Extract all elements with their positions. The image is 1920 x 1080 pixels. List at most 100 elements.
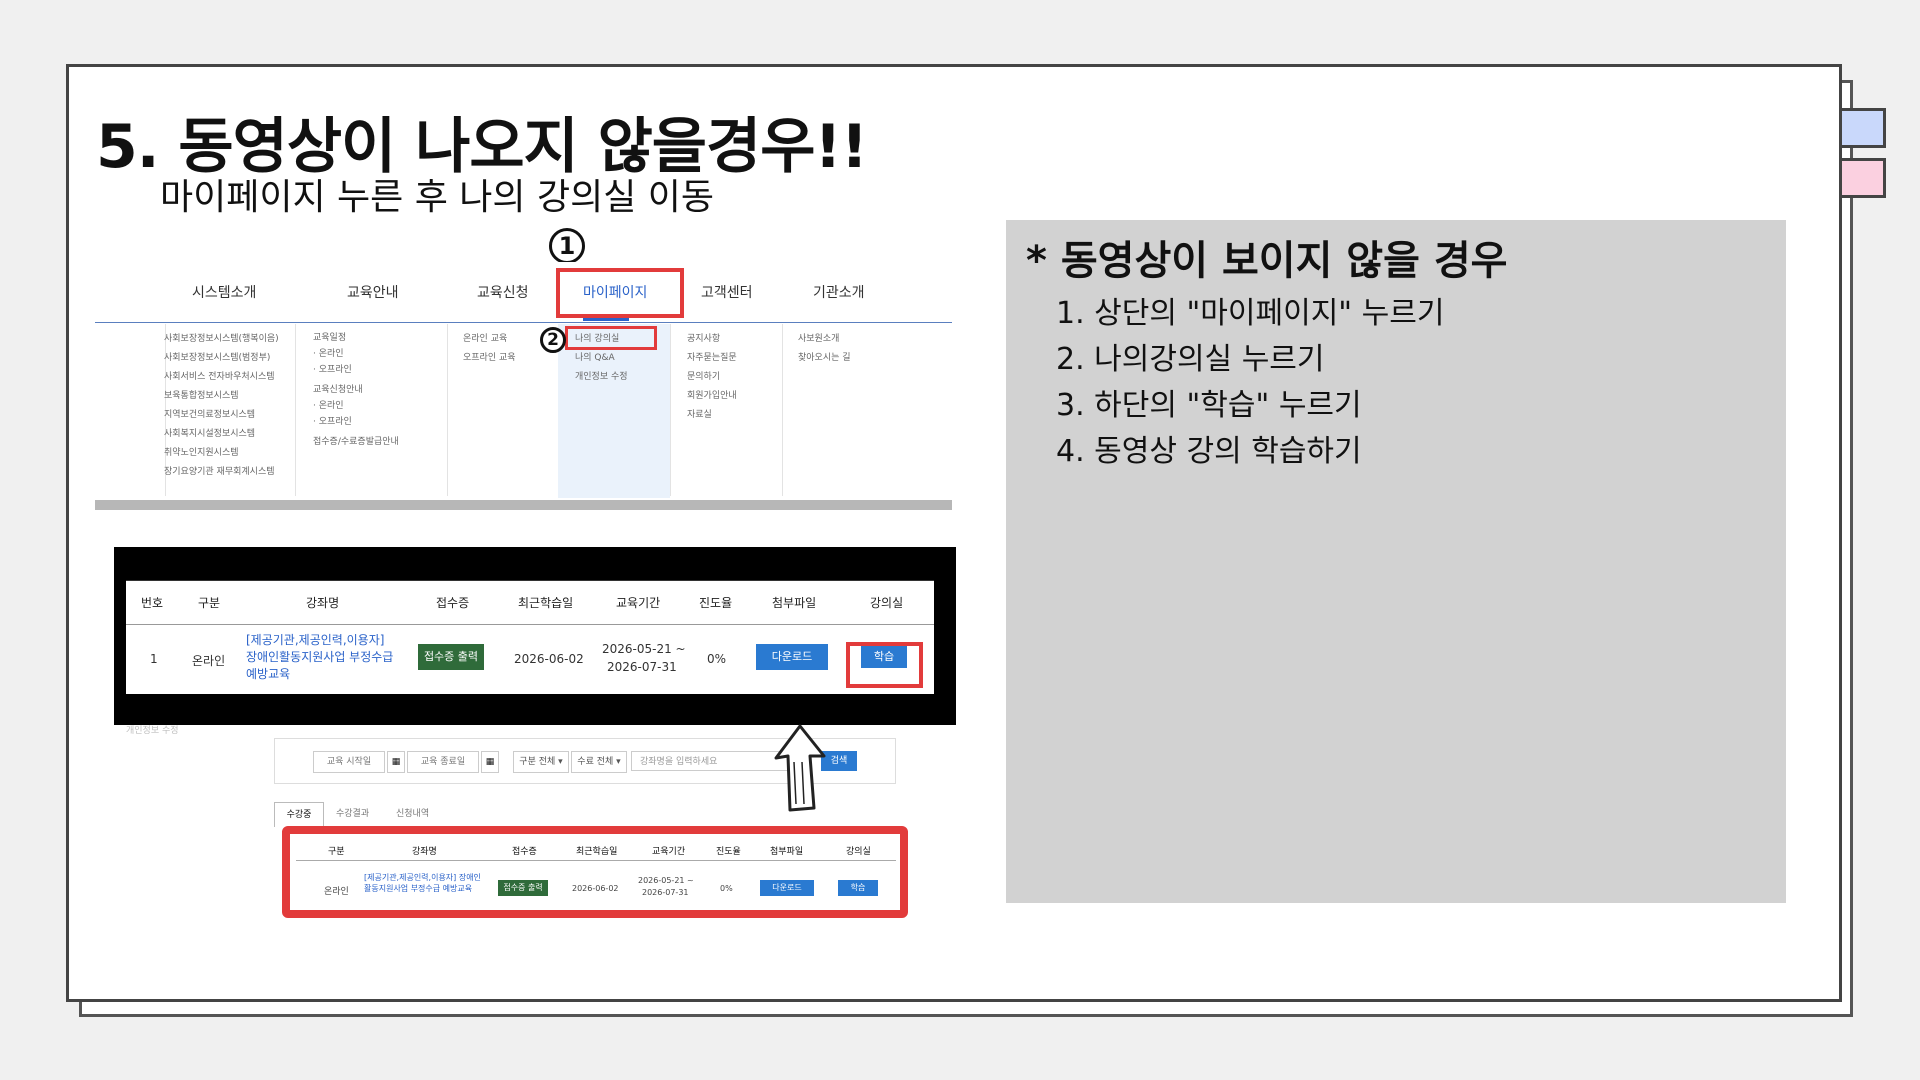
complete-select[interactable]: 수료 전체 ▾ [571,751,627,773]
td-last-study: 2026-06-02 [514,652,584,666]
lecture-table: 번호 구분 강좌명 접수증 최근학습일 교육기간 진도율 첨부파일 강의실 1 … [126,580,934,694]
dropdown-divider [782,324,783,496]
dropdown-link[interactable]: 지역보건의료정보시스템 [164,406,279,425]
download-button[interactable]: 다운로드 [756,644,828,670]
dropdown-link[interactable]: 회원가입안내 [687,387,737,406]
dropdown-system: 사회보장정보시스템(행복이음) 사회보장정보시스템(범정부) 사회서비스 전자바… [164,330,279,482]
receipt-print-button[interactable]: 접수증 출력 [418,644,484,670]
dropdown-link[interactable]: 자주묻는질문 [687,349,737,368]
dropdown-education-apply: 온라인 교육 오프라인 교육 [463,330,516,368]
lower-th-last-study: 최근학습일 [576,847,618,857]
lower-td-period-end: 2026-07-31 [642,888,689,897]
th-course: 강좌명 [306,596,340,610]
dropdown-link[interactable]: 사보원소개 [798,330,851,349]
dropdown-link[interactable]: 장기요양기관 재무회계시스템 [164,463,279,482]
calendar-icon[interactable]: ▦ [387,751,405,773]
nav-bar: 시스템소개 교육안내 교육신청 마이페이지 고객센터 기관소개 [95,262,952,323]
dropdown-link[interactable]: 자료실 [687,406,737,425]
step-2-marker: 2 [540,327,566,353]
dropdown-divider [670,324,671,496]
panel-step-3: 3. 하단의 "학습" 누르기 [1056,388,1362,423]
lower-td-last-study: 2026-06-02 [572,884,619,893]
dropdown-link[interactable]: 보육통합정보시스템 [164,387,279,406]
dropdown-link[interactable]: 접수증/수료증발급안내 [313,434,399,450]
dropdown-link[interactable]: 공지사항 [687,330,737,349]
dropdown-link[interactable]: 사회복지시설정보시스템 [164,425,279,444]
slide-subtitle: 마이페이지 누른 후 나의 강의실 이동 [160,177,715,218]
th-classroom: 강의실 [870,596,904,610]
lower-th-type: 구분 [328,847,345,857]
th-progress: 진도율 [699,596,733,610]
nav-active-indicator [583,318,629,321]
tab-results[interactable]: 수강결과 [336,806,369,819]
panel-title: * 동영상이 보이지 않을 경우 [1026,238,1508,284]
nav-item-support[interactable]: 고객센터 [701,282,753,302]
table-header-rule [126,624,934,625]
lower-receipt-button[interactable]: 접수증 출력 [498,880,548,896]
dropdown-link[interactable]: 온라인 교육 [463,330,516,349]
dropdown-link[interactable]: 교육일정 [313,330,399,346]
dropdown-link[interactable]: 개인정보 수정 [575,368,628,387]
th-period: 교육기간 [616,596,661,610]
dropdown-divider [447,324,448,496]
td-period-start: 2026-05-21 ~ [602,642,686,656]
nav-item-about[interactable]: 기관소개 [813,282,865,302]
dropdown-link[interactable]: 교육신청안내 [313,382,399,398]
dropdown-link[interactable]: · 오프라인 [313,362,399,378]
th-last-study: 최근학습일 [518,596,574,610]
lower-th-classroom: 강의실 [846,847,871,857]
lower-th-attachment: 첨부파일 [770,847,804,857]
td-progress: 0% [707,652,727,666]
lower-th-progress: 진도율 [716,847,741,857]
panel-step-1: 1. 상단의 "마이페이지" 누르기 [1056,296,1445,331]
chevron-down-icon: ▾ [616,757,621,767]
dropdown-support: 공지사항 자주묻는질문 문의하기 회원가입안내 자료실 [687,330,737,425]
nav-item-education-apply[interactable]: 교육신청 [477,282,529,302]
td-no: 1 [150,652,158,666]
th-attachment: 첨부파일 [772,596,817,610]
mypage-highlight-box [556,268,684,318]
end-date-input[interactable]: 교육 종료일 [407,751,479,773]
lower-td-type: 온라인 [324,887,349,897]
lower-th-course: 강좌명 [412,847,437,857]
dropdown-link[interactable]: 문의하기 [687,368,737,387]
calendar-icon[interactable]: ▦ [481,751,499,773]
td-type: 온라인 [192,654,226,668]
lower-table: 구분 강좌명 접수증 최근학습일 교육기간 진도율 첨부파일 강의실 온라인 [… [296,836,896,908]
dropdown-divider [295,324,296,496]
dropdown-link[interactable]: 취약노인지원시스템 [164,444,279,463]
dropdown-link[interactable]: 나의 Q&A [575,349,628,368]
lower-table-rule [296,860,896,861]
tab-in-progress[interactable]: 수강중 [274,802,324,827]
lower-td-period-start: 2026-05-21 ~ [638,876,694,885]
lower-study-button[interactable]: 학습 [838,880,878,896]
dropdown-link[interactable]: 사회보장정보시스템(행복이음) [164,330,279,349]
lower-th-period: 교육기간 [652,847,686,857]
chevron-down-icon: ▾ [558,757,563,767]
lower-course-link[interactable]: [제공기관,제공인력,이용자] 장애인활동지원사업 부정수급 예방교육 [364,872,482,894]
th-receipt: 접수증 [436,596,470,610]
lower-td-progress: 0% [720,884,733,893]
dropdown-link[interactable]: 찾아오시는 길 [798,349,851,368]
lower-th-receipt: 접수증 [512,847,537,857]
dropdown-link[interactable]: · 오프라인 [313,414,399,430]
my-classroom-highlight-box [565,326,657,350]
complete-select-value: 수료 전체 [577,757,614,767]
dropdown-education-info: 교육일정 · 온라인 · 오프라인 교육신청안내 · 온라인 · 오프라인 접수… [313,330,399,450]
th-type: 구분 [198,596,221,610]
dropdown-link[interactable]: 사회서비스 전자바우처시스템 [164,368,279,387]
dropdown-link[interactable]: 사회보장정보시스템(범정부) [164,349,279,368]
dropdown-link[interactable]: · 온라인 [313,398,399,414]
table-top-rule [126,580,934,581]
type-select[interactable]: 구분 전체 ▾ [513,751,569,773]
nav-item-system[interactable]: 시스템소개 [192,282,256,302]
dropdown-link[interactable]: 오프라인 교육 [463,349,516,368]
dropdown-link[interactable]: · 온라인 [313,346,399,362]
tab-applications[interactable]: 신청내역 [396,806,429,819]
nav-item-education-info[interactable]: 교육안내 [347,282,399,302]
start-date-input[interactable]: 교육 시작일 [313,751,385,773]
lower-download-button[interactable]: 다운로드 [760,880,814,896]
dropdown-about: 사보원소개 찾아오시는 길 [798,330,851,368]
side-menu-item: 개인정보 수정 [126,726,179,736]
course-link[interactable]: [제공기관,제공인력,이용자] 장애인활동지원사업 부정수급 예방교육 [246,632,396,683]
